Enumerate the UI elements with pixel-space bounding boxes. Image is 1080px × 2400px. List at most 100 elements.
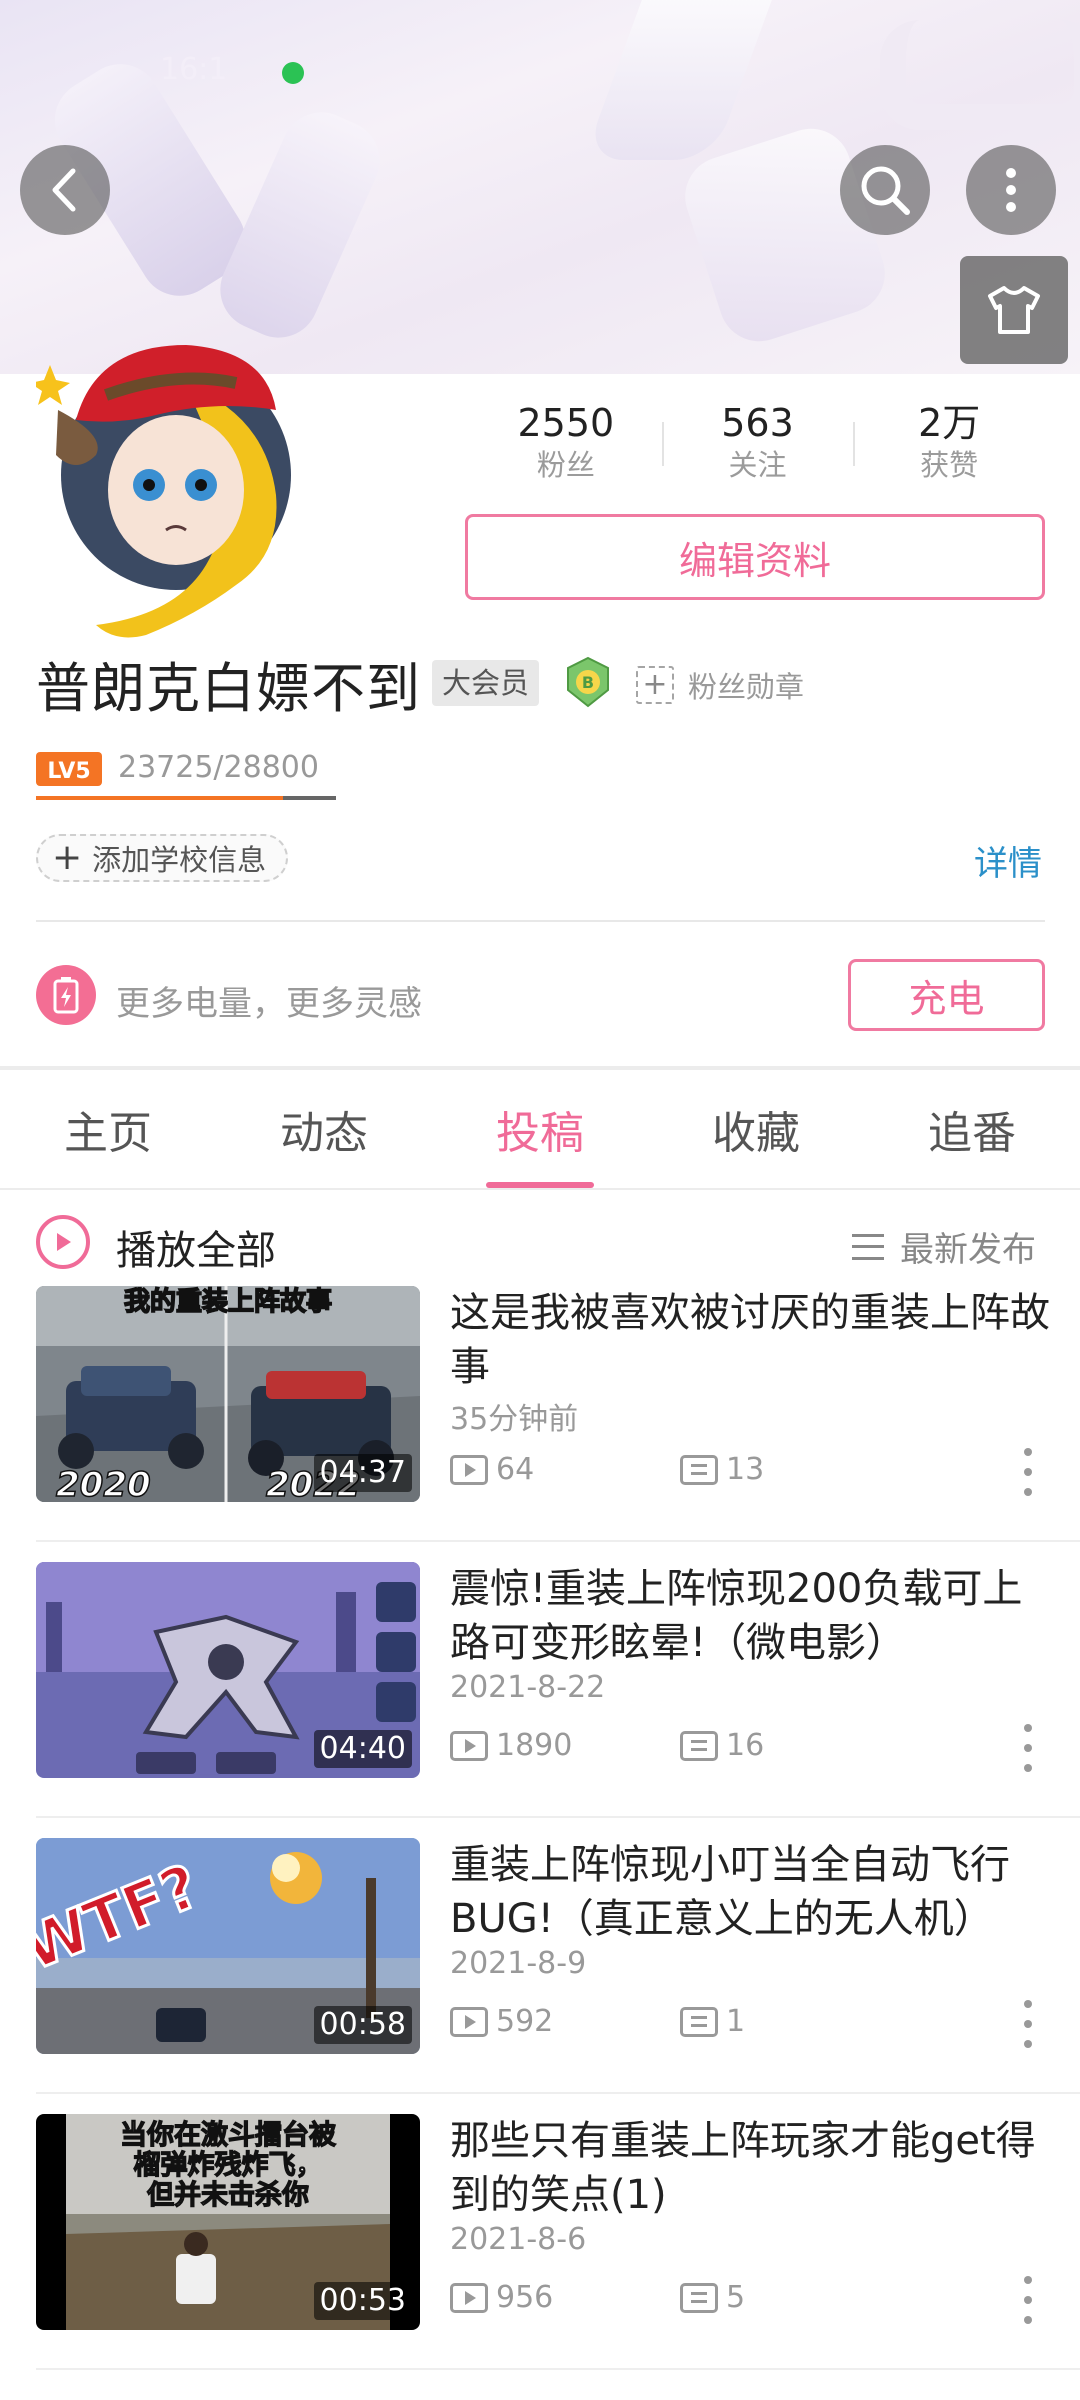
chevron-left-icon bbox=[52, 168, 76, 212]
profile-stats: 2550 粉丝 563 关注 2万 获赞 bbox=[470, 400, 1045, 490]
stat-fans[interactable]: 2550 粉丝 bbox=[470, 400, 662, 490]
video-duration: 04:40 bbox=[313, 1730, 412, 1768]
comment-count: 1 bbox=[726, 2004, 746, 2039]
stat-following[interactable]: 563 关注 bbox=[661, 400, 854, 490]
video-item[interactable]: 当你在激斗擂台被 榴弹炸残炸飞， 但并未击杀你 00:53 那些只有重装上阵玩家… bbox=[0, 2094, 1080, 2370]
more-vertical-icon[interactable] bbox=[1010, 1718, 1046, 1778]
video-plays: 64 bbox=[450, 1452, 534, 1487]
video-thumbnail[interactable]: 当你在激斗擂台被 榴弹炸残炸飞， 但并未击杀你 00:53 bbox=[36, 2114, 420, 2330]
video-date: 2021-8-22 bbox=[450, 1670, 606, 1705]
tab-uploads[interactable]: 投稿 bbox=[432, 1070, 648, 1188]
thumb-overlay-text: 我的重装上阵故事 bbox=[124, 1286, 332, 1317]
video-plays: 1890 bbox=[450, 1728, 572, 1763]
comment-count-icon bbox=[680, 2282, 718, 2313]
video-comments: 1 bbox=[680, 2004, 745, 2039]
charge-slogan: 更多电量，更多灵感 bbox=[116, 984, 422, 1024]
video-thumbnail[interactable]: WTF? 00:58 bbox=[36, 1838, 420, 2054]
stat-label: 关注 bbox=[728, 448, 787, 482]
search-button[interactable] bbox=[840, 145, 930, 235]
username: 普朗克白嫖不到 bbox=[36, 657, 421, 720]
thumb-overlay-text: 但并未击杀你 bbox=[147, 2179, 309, 2211]
video-duration: 00:58 bbox=[313, 2006, 412, 2044]
edit-profile-button[interactable]: 编辑资料 bbox=[465, 514, 1045, 600]
level-progress-bar bbox=[36, 796, 336, 800]
stat-value: 2万 bbox=[918, 401, 981, 445]
video-thumbnail[interactable]: 04:40 bbox=[36, 1562, 420, 1778]
play-count-icon bbox=[450, 1730, 488, 1761]
add-school-button[interactable]: + 添加学校信息 bbox=[36, 834, 289, 882]
more-options-button[interactable] bbox=[966, 145, 1056, 235]
svg-text:B: B bbox=[582, 673, 594, 692]
tab-home[interactable]: 主页 bbox=[0, 1070, 216, 1188]
tab-dynamics[interactable]: 动态 bbox=[216, 1070, 432, 1188]
details-link[interactable]: 详情 bbox=[974, 836, 1042, 885]
comment-count: 13 bbox=[726, 1452, 765, 1487]
comment-count: 16 bbox=[726, 1728, 765, 1763]
search-icon bbox=[861, 166, 910, 215]
video-date: 2021-8-9 bbox=[450, 1946, 587, 1981]
video-comments: 16 bbox=[680, 1728, 764, 1763]
thumb-overlay-text: 榴弹炸残炸飞， bbox=[134, 2150, 323, 2181]
more-vertical-icon[interactable] bbox=[1010, 2270, 1046, 2330]
play-count: 956 bbox=[496, 2280, 554, 2315]
stat-label: 获赞 bbox=[920, 448, 979, 482]
video-item[interactable]: 04:40 震惊!重装上阵惊现200负载可上路可变形眩晕!（微电影） 2021-… bbox=[0, 1542, 1080, 1818]
fans-medal-button[interactable]: + 粉丝勋章 bbox=[636, 664, 804, 706]
vip-badge[interactable]: 大会员 bbox=[432, 660, 540, 706]
achievement-medal-icon[interactable]: B bbox=[562, 656, 614, 708]
thumb-overlay-text: 当你在激斗擂台被 bbox=[120, 2119, 336, 2151]
video-thumbnail[interactable]: 我的重装上阵故事 2020 2022 04:37 bbox=[36, 1286, 420, 1502]
video-title[interactable]: 那些只有重装上阵玩家才能get得到的笑点(1) bbox=[450, 2114, 1050, 2222]
video-item[interactable]: WTF? 00:58 重装上阵惊现小叮当全自动飞行BUG!（真正意义上的无人机）… bbox=[0, 1818, 1080, 2094]
stat-value: 563 bbox=[721, 401, 794, 445]
plus-icon: + bbox=[52, 837, 83, 878]
level-badge-icon: LV5 bbox=[36, 752, 102, 786]
comment-count-icon bbox=[680, 2006, 718, 2037]
battery-charge-icon bbox=[36, 965, 96, 1025]
dress-up-button[interactable] bbox=[960, 256, 1068, 364]
video-plays: 956 bbox=[450, 2280, 553, 2315]
level-progress-text: 23725/28800 bbox=[118, 750, 319, 785]
more-vertical-icon[interactable] bbox=[1010, 1442, 1046, 1502]
tab-bangumi[interactable]: 追番 bbox=[864, 1070, 1080, 1188]
video-item[interactable]: 我的重装上阵故事 2020 2022 04:37 这是我被喜欢被讨厌的重装上阵故… bbox=[0, 1266, 1080, 1542]
video-title[interactable]: 震惊!重装上阵惊现200负载可上路可变形眩晕!（微电影） bbox=[450, 1562, 1050, 1670]
banner-decor bbox=[583, 0, 787, 160]
video-comments: 13 bbox=[680, 1452, 764, 1487]
status-time: 16:1 bbox=[160, 52, 228, 87]
stat-likes[interactable]: 2万 获赞 bbox=[853, 400, 1045, 490]
play-count: 592 bbox=[496, 2004, 554, 2039]
profile-tabs: 主页 动态 投稿 收藏 追番 bbox=[0, 1070, 1080, 1190]
comment-count-icon bbox=[680, 1730, 718, 1761]
comment-count-icon bbox=[680, 1454, 718, 1485]
video-date: 2021-8-6 bbox=[450, 2222, 587, 2257]
tab-favorites[interactable]: 收藏 bbox=[648, 1070, 864, 1188]
play-count: 64 bbox=[496, 1452, 535, 1487]
sort-button[interactable]: 最新发布 bbox=[852, 1222, 1036, 1271]
video-plays: 592 bbox=[450, 2004, 553, 2039]
add-school-label: 添加学校信息 bbox=[92, 843, 267, 877]
sort-label: 最新发布 bbox=[900, 1230, 1036, 1270]
avatar[interactable] bbox=[36, 325, 326, 645]
plus-icon: + bbox=[636, 666, 674, 704]
back-button[interactable] bbox=[20, 145, 110, 235]
video-duration: 00:53 bbox=[313, 2282, 412, 2320]
play-count-icon bbox=[450, 1454, 488, 1485]
video-title[interactable]: 重装上阵惊现小叮当全自动飞行BUG!（真正意义上的无人机） bbox=[450, 1838, 1050, 1946]
play-all-icon[interactable] bbox=[36, 1215, 90, 1269]
video-date: 35分钟前 bbox=[450, 1402, 579, 1437]
video-title[interactable]: 这是我被喜欢被讨厌的重装上阵故事 bbox=[450, 1286, 1050, 1394]
divider bbox=[36, 2368, 1080, 2370]
play-count-icon bbox=[450, 2282, 488, 2313]
video-duration: 04:37 bbox=[313, 1454, 412, 1492]
fans-medal-label: 粉丝勋章 bbox=[688, 670, 805, 704]
level-progress-fill bbox=[36, 796, 284, 800]
play-count-icon bbox=[450, 2006, 488, 2037]
more-vertical-icon[interactable] bbox=[1010, 1994, 1046, 2054]
video-comments: 5 bbox=[680, 2280, 745, 2315]
banner-decor bbox=[880, 20, 1080, 130]
charge-button[interactable]: 充电 bbox=[848, 959, 1045, 1031]
stat-label: 粉丝 bbox=[536, 448, 595, 482]
thumb-overlay-text: 2020 bbox=[56, 1465, 151, 1502]
list-sort-icon bbox=[852, 1233, 884, 1260]
